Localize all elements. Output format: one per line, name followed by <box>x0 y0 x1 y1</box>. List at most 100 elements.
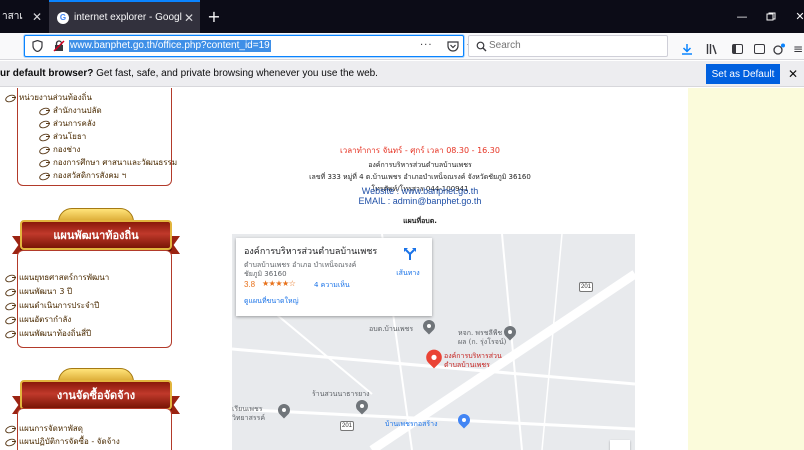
page-actions-icon[interactable]: ··· <box>420 40 433 51</box>
bullet-icon <box>38 172 52 179</box>
window-close-icon[interactable]: ✕ <box>785 0 804 33</box>
menu-item[interactable]: แผนปฏิบัติการจัดซื้อ - จัดจ้าง <box>4 435 120 448</box>
bullet-icon <box>4 94 18 101</box>
default-browser-notification: ur default browser? Get fast, safe, and … <box>0 61 804 87</box>
tracking-shield-icon[interactable] <box>31 40 43 52</box>
banner-label: งานจัดซื้อจัดจ้าง <box>20 380 172 410</box>
menu-item[interactable]: แผนพัฒนาท้องถิ่นสี่ปี <box>4 327 91 340</box>
menu-item-label: กองการศึกษา ศาสนาและวัฒนธรรม <box>53 158 178 167</box>
pocket-icon[interactable] <box>447 40 459 52</box>
main-location-pin-icon[interactable] <box>426 350 442 371</box>
insecure-lock-icon[interactable] <box>53 40 65 52</box>
road-shield: 201 <box>340 421 354 431</box>
menu-item[interactable]: หน่วยงานส่วนท้องถิ่น <box>4 91 92 104</box>
bullet-icon <box>4 330 18 337</box>
menu-item-label: กองสวัสดิการสังคม ฯ <box>53 171 127 180</box>
email[interactable]: EMAIL : admin@banphet.go.th <box>230 196 610 206</box>
bullet-icon <box>4 274 18 281</box>
directions-label[interactable]: เส้นทาง <box>386 268 430 279</box>
place-pin-icon[interactable] <box>504 326 516 342</box>
place-pin-icon[interactable] <box>278 404 290 420</box>
google-map[interactable]: องค์การบริหารส่วนตำบลบ้านเพชร ตำบลบ้านเพ… <box>232 234 635 450</box>
shop-pin-icon[interactable] <box>458 414 470 430</box>
menu-item-label: กองช่าง <box>53 145 81 154</box>
notification-body: Get fast, safe, and private browsing whe… <box>93 68 378 79</box>
address: เลขที่ 333 หมู่ที่ 4 ต.บ้านเพชร อำเภอบำเ… <box>309 173 531 181</box>
menu-item-label: ส่วนการคลัง <box>53 119 96 128</box>
place-rating: 3.8 <box>244 280 256 289</box>
menu-item-label: แผนพัฒนา 3 ปี <box>19 287 73 296</box>
menu-item-label: หน่วยงานส่วนท้องถิ่น <box>19 93 92 102</box>
menu-item-label: แผนปฏิบัติการจัดซื้อ - จัดจ้าง <box>19 437 120 446</box>
map-label-construction: บ้านเพชรกอสร้าง <box>385 420 438 428</box>
notification-bold: ur default browser? <box>0 68 94 79</box>
directions-icon[interactable] <box>402 246 420 264</box>
banner-label: แผนพัฒนาท้องถิ่น <box>20 220 172 250</box>
bullet-icon <box>38 107 52 114</box>
new-tab-button[interactable]: + <box>204 0 224 33</box>
bullet-icon <box>38 133 52 140</box>
close-tab-icon[interactable]: ✕ <box>30 10 44 24</box>
bullet-icon <box>4 302 18 309</box>
menu-item[interactable]: แผนอัตรากำลัง <box>4 313 71 326</box>
tab-bar: าสาเ ✕ G internet explorer - Google Sear… <box>0 0 804 33</box>
search-placeholder: Search <box>489 40 521 51</box>
library-icon[interactable] <box>705 42 719 56</box>
set-as-default-button[interactable]: Set as Default <box>706 64 780 84</box>
menu-item[interactable]: กองการศึกษา ศาสนาและวัฒนธรรม <box>38 156 177 169</box>
minimize-icon[interactable]: — <box>727 0 757 33</box>
download-icon[interactable] <box>680 42 694 56</box>
map-label-obt: อบต.บ้านเพชร <box>369 325 414 333</box>
search-bar[interactable]: Search <box>468 35 668 57</box>
map-zoom-control[interactable] <box>610 440 630 450</box>
menu-item-label: แผนอัตรากำลัง <box>19 315 72 324</box>
tab-title: internet explorer - Google Sear <box>74 12 182 23</box>
menu-item[interactable]: แผนยุทธศาสตร์การพัฒนา <box>4 271 109 284</box>
bullet-icon <box>4 438 18 445</box>
maximize-icon[interactable] <box>756 0 786 33</box>
menu-item[interactable]: กองสวัสดิการสังคม ฯ <box>38 169 126 182</box>
larger-map-link[interactable]: ดูแผนที่ขนาดใหญ่ <box>244 296 299 307</box>
menu-item[interactable]: ส่วนโยธา <box>38 130 86 143</box>
menu-item-label: แผนดำเนินการประจำปี <box>19 301 100 310</box>
menu-item[interactable]: แผนดำเนินการประจำปี <box>4 299 99 312</box>
road-shield: 201 <box>579 282 593 292</box>
map-label-shop-2: ผล (ก. รุ่งโรจน์) <box>458 338 507 346</box>
bullet-icon <box>4 425 18 432</box>
reviews-link[interactable]: 4 ความเห็น <box>314 280 350 291</box>
map-label-school-2: วิทยาสรรค์ <box>232 414 266 422</box>
menu-item[interactable]: แผนพัฒนา 3 ปี <box>4 285 72 298</box>
url-text[interactable]: www.banphet.go.th/office.php?content_id=… <box>69 40 271 52</box>
url-bar[interactable]: www.banphet.go.th/office.php?content_id=… <box>24 35 478 57</box>
tab-active[interactable]: G internet explorer - Google Sear ✕ <box>49 0 200 33</box>
menu-item-label: แผนยุทธศาสตร์การพัฒนา <box>19 273 110 282</box>
place-pin-icon[interactable] <box>356 400 368 416</box>
close-tab-icon[interactable]: ✕ <box>182 11 196 25</box>
office-hours: เวลาทำการ จันทร์ - ศุกร์ เวลา 08.30 - 16… <box>340 146 500 155</box>
menu-item[interactable]: แผนการจัดหาพัสดุ <box>4 422 83 435</box>
google-icon: G <box>57 11 69 24</box>
sidebar-icon[interactable] <box>730 42 744 56</box>
place-title: องค์การบริหารส่วนตำบลบ้านเพชร <box>244 247 378 257</box>
notification-message: ur default browser? Get fast, safe, and … <box>0 68 378 79</box>
menu-item[interactable]: กองช่าง <box>38 143 80 156</box>
menu-item-label: สำนักงานปลัด <box>53 106 102 115</box>
organization-name: องค์การบริหารส่วนตำบลบ้านเพชร <box>368 161 472 169</box>
screenshot-icon[interactable] <box>752 42 766 56</box>
right-panel <box>688 88 804 450</box>
map-title: แผนที่อบต. <box>403 217 437 225</box>
bullet-icon <box>38 120 52 127</box>
bullet-icon <box>4 288 18 295</box>
extension-icon[interactable] <box>772 42 786 56</box>
search-icon <box>475 40 487 52</box>
place-pin-icon[interactable] <box>423 320 435 336</box>
website[interactable]: Website : www.banphet.go.th <box>230 186 610 196</box>
menu-item[interactable]: ส่วนการคลัง <box>38 117 96 130</box>
map-label-rubber-shop: ร้านสวนนาธารยาง <box>312 390 370 398</box>
close-icon[interactable]: ✕ <box>786 66 800 82</box>
hamburger-menu-icon[interactable]: ≡ <box>792 42 804 56</box>
menu-item[interactable]: สำนักงานปลัด <box>38 104 102 117</box>
rating-stars-icon: ★★★★☆ <box>262 279 296 288</box>
page-content: หน่วยงานส่วนท้องถิ่น สำนักงานปลัด ส่วนกา… <box>0 88 804 450</box>
tab-previous[interactable]: าสาเ ✕ <box>0 0 48 33</box>
